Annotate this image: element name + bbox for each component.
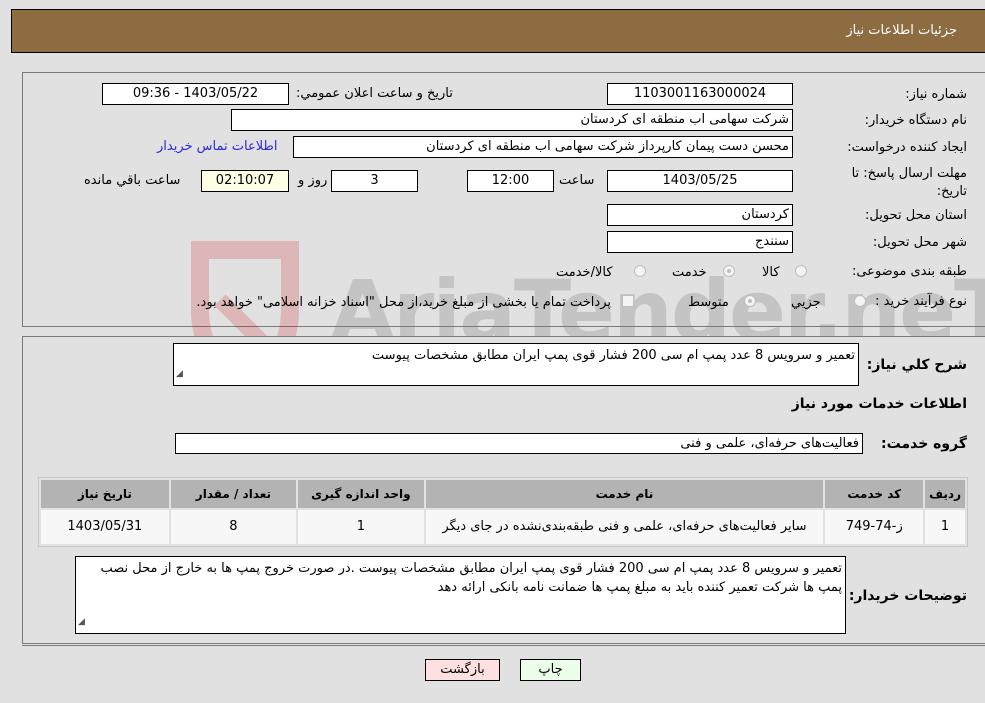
announce-datetime-field: 1403/05/22 - 09:36 xyxy=(102,83,289,105)
city-field: سنندج xyxy=(607,231,793,253)
process-type-label: نوع فرآیند خرید : xyxy=(875,294,967,309)
category-option-goods-service: کالا/خدمت xyxy=(556,265,613,280)
requester-label: ایجاد کننده درخواست: xyxy=(847,140,967,155)
buyer-contact-link[interactable]: اطلاعات تماس خریدار xyxy=(157,139,277,154)
service-group-field: فعالیت‌های حرفه‌ای، علمی و فنی xyxy=(175,433,863,454)
treasury-note: پرداخت تمام یا بخشی از مبلغ خرید،از محل … xyxy=(196,295,611,310)
category-radio-goods-service[interactable] xyxy=(634,265,646,277)
requester-field: محسن دست پیمان کارپرداز شرکت سهامی اب من… xyxy=(293,136,793,158)
buyer-notes-textarea[interactable]: تعمیر و سرویس 8 عدد پمپ ام سی 200 فشار ق… xyxy=(75,556,846,634)
cell-row-number: 1 xyxy=(925,510,965,544)
col-header-row-number: ردیف xyxy=(925,480,965,508)
col-header-service-name: نام خدمت xyxy=(425,480,824,508)
treasury-checkbox[interactable] xyxy=(622,295,634,307)
days-remaining-field: 3 xyxy=(331,170,418,192)
service-group-label: گروه خدمت: xyxy=(881,436,967,452)
announce-datetime-label: تاریخ و ساعت اعلان عمومي: xyxy=(296,86,453,101)
province-field: کردستان xyxy=(607,204,793,226)
deadline-time-field: 12:00 xyxy=(467,170,554,192)
category-option-goods: کالا xyxy=(762,265,780,280)
remaining-time-field: 02:10:07 xyxy=(201,170,289,192)
cell-need-date: 1403/05/31 xyxy=(41,510,169,544)
divider xyxy=(22,645,985,646)
category-radio-goods[interactable] xyxy=(795,265,807,277)
page-header: جزئیات اطلاعات نیاز xyxy=(11,9,985,53)
deadline-date-field: 1403/05/25 xyxy=(607,170,793,192)
services-table: ردیف کد خدمت نام خدمت واحد اندازه گیری ت… xyxy=(38,477,968,547)
buyer-org-field: شرکت سهامی اب منطقه ای کردستان xyxy=(231,109,793,131)
page-title: جزئیات اطلاعات نیاز xyxy=(846,23,957,38)
back-button[interactable]: بازگشت xyxy=(425,659,500,681)
need-number-label: شماره نیاز: xyxy=(905,87,967,102)
cell-unit: 1 xyxy=(298,510,424,544)
table-row: 1 ز-74-749 سایر فعالیت‌های حرفه‌ای، علمی… xyxy=(41,510,965,544)
cell-quantity: 8 xyxy=(170,510,297,544)
buyer-notes-text: تعمیر و سرویس 8 عدد پمپ ام سی 200 فشار ق… xyxy=(100,561,842,595)
services-section-title: اطلاعات خدمات مورد نیاز xyxy=(791,396,967,412)
resize-grip-icon[interactable]: ◢ xyxy=(78,613,85,632)
description-label: شرح كلي نیاز: xyxy=(866,357,967,373)
deadline-label: مهلت ارسال پاسخ: تا تاریخ: xyxy=(851,166,967,199)
process-radio-minor[interactable] xyxy=(854,295,866,307)
category-label: طبقه بندی موضوعی: xyxy=(851,264,967,279)
need-number-field: 1103001163000024 xyxy=(607,83,793,105)
description-textarea[interactable]: تعمیر و سرویس 8 عدد پمپ ام سی 200 فشار ق… xyxy=(173,343,859,386)
remaining-time-label: ساعت باقي مانده xyxy=(84,173,181,188)
col-header-unit: واحد اندازه گیری xyxy=(298,480,424,508)
city-label: شهر محل تحویل: xyxy=(872,235,967,250)
table-header-row: ردیف کد خدمت نام خدمت واحد اندازه گیری ت… xyxy=(41,480,965,508)
col-header-service-code: کد خدمت xyxy=(825,480,924,508)
days-label: روز و xyxy=(298,173,328,188)
category-option-service: خدمت xyxy=(672,265,707,280)
process-option-minor: جزيي xyxy=(791,295,821,310)
process-option-medium: متوسط xyxy=(688,295,729,310)
deadline-time-label: ساعت xyxy=(559,173,595,188)
resize-grip-icon[interactable]: ◢ xyxy=(176,365,183,384)
process-radio-medium[interactable] xyxy=(744,295,756,307)
buyer-notes-label: توضیحات خریدار: xyxy=(848,588,967,604)
province-label: استان محل تحویل: xyxy=(865,208,967,223)
cell-service-code: ز-74-749 xyxy=(825,510,924,544)
description-text: تعمیر و سرویس 8 عدد پمپ ام سی 200 فشار ق… xyxy=(371,348,855,363)
col-header-need-date: تاریخ نیاز xyxy=(41,480,169,508)
print-button[interactable]: چاپ xyxy=(520,659,581,681)
category-radio-service[interactable] xyxy=(723,265,735,277)
buyer-org-label: نام دستگاه خریدار: xyxy=(864,113,967,128)
col-header-quantity: تعداد / مقدار xyxy=(170,480,297,508)
cell-service-name: سایر فعالیت‌های حرفه‌ای، علمی و فنی طبقه… xyxy=(425,510,824,544)
